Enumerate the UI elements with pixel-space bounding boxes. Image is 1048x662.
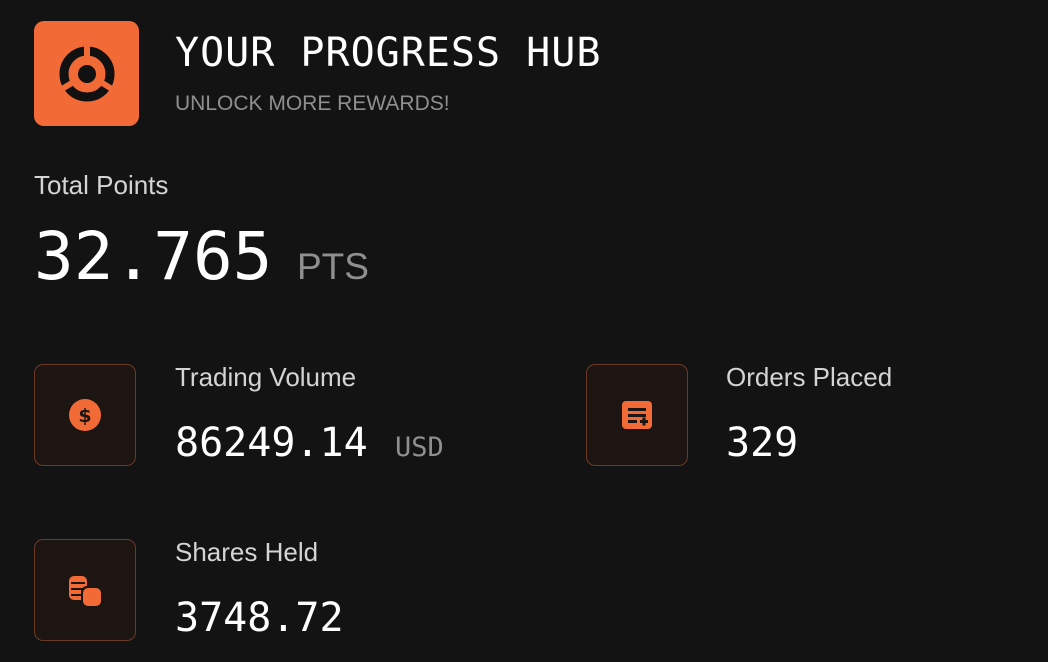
order-list-add-icon xyxy=(622,401,652,429)
orders-placed-label: Orders Placed xyxy=(726,362,893,392)
svg-text:$: $ xyxy=(78,405,91,427)
segmented-ring-icon xyxy=(59,43,114,101)
shares-held-icon-tile xyxy=(34,539,136,641)
total-points-value: 32.765 xyxy=(34,218,273,295)
shares-held-value: 3748.72 xyxy=(175,595,344,641)
trading-volume-unit: USD xyxy=(395,432,444,463)
orders-placed-value: 329 xyxy=(726,420,799,466)
trading-volume-label: Trading Volume xyxy=(175,362,357,392)
dollar-coin-icon: $ xyxy=(69,399,101,431)
page-title: YOUR PROGRESS HUB xyxy=(175,30,602,76)
shares-held-label: Shares Held xyxy=(175,537,319,567)
app-logo xyxy=(34,21,139,126)
total-points-label: Total Points xyxy=(34,170,169,200)
page-subtitle: UNLOCK MORE REWARDS! xyxy=(175,92,450,115)
coin-stack-icon xyxy=(69,576,101,606)
trading-volume-value: 86249.14 xyxy=(175,420,368,466)
trading-volume-icon-tile: $ xyxy=(34,364,136,466)
orders-placed-icon-tile xyxy=(586,364,688,466)
total-points-unit: PTS xyxy=(297,246,369,287)
